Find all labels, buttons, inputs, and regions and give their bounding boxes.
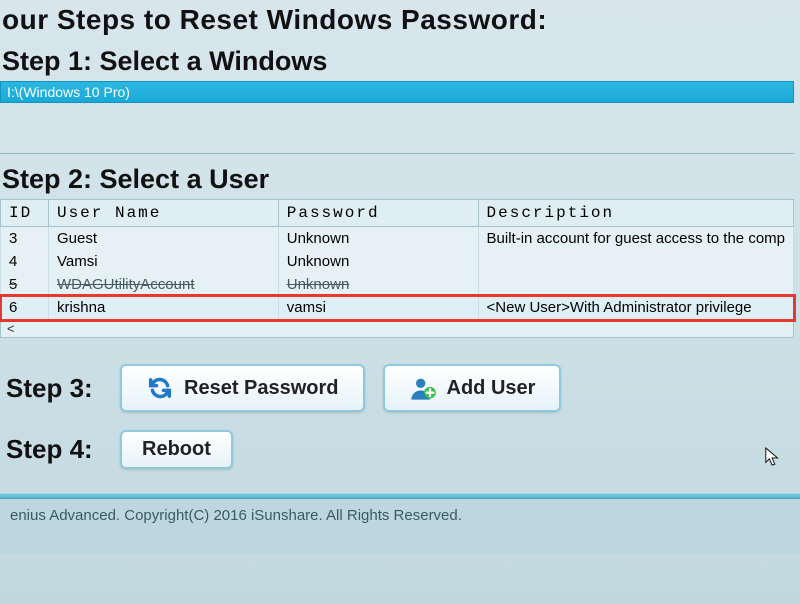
footer-copyright: enius Advanced. Copyright(C) 2016 iSunsh… xyxy=(0,499,800,554)
cell-id: 6 xyxy=(1,296,49,320)
add-user-button[interactable]: Add User xyxy=(383,364,562,412)
step2-heading: Step 2: Select a User xyxy=(2,164,794,195)
col-id[interactable]: ID xyxy=(1,200,49,227)
cell-password: Unknown xyxy=(278,227,478,251)
horizontal-scroll-left[interactable]: < xyxy=(0,320,794,338)
refresh-icon xyxy=(146,374,174,402)
cell-desc xyxy=(478,273,793,296)
cell-id: 3 xyxy=(1,227,49,251)
mouse-cursor-icon xyxy=(764,446,782,468)
col-user[interactable]: User Name xyxy=(48,200,278,227)
table-row-selected[interactable]: 6 krishna vamsi <New User>With Administr… xyxy=(1,296,794,320)
windows-partition-item[interactable]: I:\(Windows 10 Pro) xyxy=(0,81,794,103)
section-divider xyxy=(0,153,794,154)
reset-password-button[interactable]: Reset Password xyxy=(120,364,365,412)
cell-desc: <New User>With Administrator privilege xyxy=(478,296,793,320)
cell-password: Unknown xyxy=(278,250,478,273)
cell-id: 4 xyxy=(1,250,49,273)
cell-user: Guest xyxy=(48,227,278,251)
cell-desc: Built-in account for guest access to the… xyxy=(478,227,793,251)
step1-heading: Step 1: Select a Windows xyxy=(2,46,794,77)
cell-id: 5 xyxy=(1,273,49,296)
add-user-icon xyxy=(409,374,437,402)
table-row[interactable]: 3 Guest Unknown Built-in account for gue… xyxy=(1,227,794,251)
cell-desc xyxy=(478,250,793,273)
table-row[interactable]: 5 WDAGUtilityAccount Unknown xyxy=(1,273,794,296)
reboot-label: Reboot xyxy=(142,438,211,461)
cell-user: WDAGUtilityAccount xyxy=(48,273,278,296)
col-desc[interactable]: Description xyxy=(478,200,793,227)
cell-password: vamsi xyxy=(278,296,478,320)
step3-label: Step 3: xyxy=(6,373,102,404)
reset-password-label: Reset Password xyxy=(184,377,339,400)
user-table: ID User Name Password Description 3 Gues… xyxy=(0,199,794,320)
col-password[interactable]: Password xyxy=(278,200,478,227)
add-user-label: Add User xyxy=(447,377,536,400)
reboot-button[interactable]: Reboot xyxy=(120,430,233,469)
table-row[interactable]: 4 Vamsi Unknown xyxy=(1,250,794,273)
step4-label: Step 4: xyxy=(6,434,102,465)
cell-user: Vamsi xyxy=(48,250,278,273)
cell-password: Unknown xyxy=(278,273,478,296)
page-title: our Steps to Reset Windows Password: xyxy=(2,4,794,36)
cell-user: krishna xyxy=(48,296,278,320)
